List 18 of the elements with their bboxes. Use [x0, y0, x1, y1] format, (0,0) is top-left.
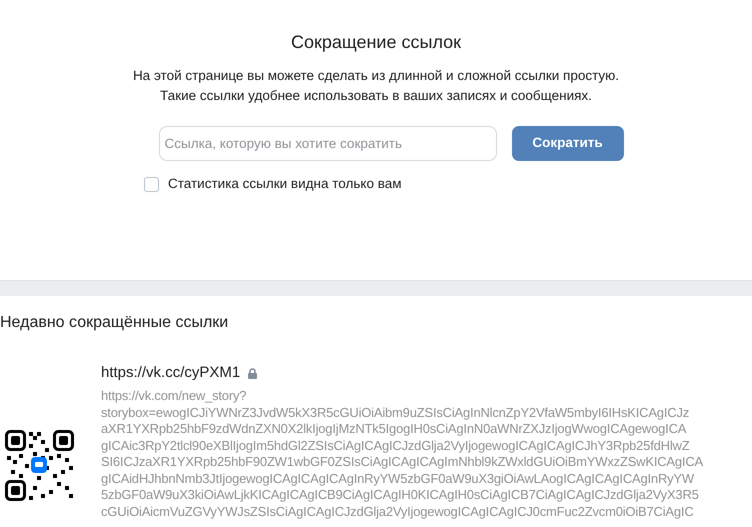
original-url-text: cGUiOiAicmVuZGVyYWJsZSIsCiAgICAgICJzdGlja2VyIjogewogICAgICAgICJ0cmFuc2Zvcm0iOiB7CiAgIC — [101, 504, 695, 520]
shorten-button[interactable]: Сократить — [512, 126, 624, 161]
qr-code-icon — [5, 430, 74, 501]
original-url-text: SI6ICJzaXR1YXRpb25hbF90ZW1wbGF0ZSIsCiAgICAgICAgImNhbl9kZWxldGUiOiBmYWxzZSwKICAgICA — [101, 454, 703, 470]
original-url-text: aXR1YXRpb25hbF9zdWdnZXN0X2lkIjogIjMzNTk5IgogIH0sCiAgInN0aWNrZXJzIjogWwogICAgewogICA — [101, 421, 688, 438]
checkbox-label: Статистика ссылки видна только вам — [168, 175, 402, 193]
page-title: Сокращение ссылок — [290, 31, 462, 53]
short-link[interactable]: https://vk.cc/cyPXM1 — [101, 363, 240, 383]
description-text: На этой странице вы можете сделать из длинной и сложной ссылки простую. — [132, 67, 620, 85]
original-url-text: gICAidHJhbnNmb3JtIjogewogICAgICAgICAgInRyYW5zbGF0aW9uX3giOiAwLAogICAgICAgICAgInRyYW — [101, 470, 695, 487]
section-heading: Недавно сокращённые ссылки — [0, 313, 230, 333]
url-input-field[interactable]: Ссылка, которую вы хотите сократить — [158, 126, 496, 161]
original-url-text: storybox=ewogICJiYWNrZ3JvdW5kX3R5cGUiOiAibm9uZSIsCiAgInNlcnZpY2VfaW5mbyI6IHsKICAgICJz — [101, 404, 690, 421]
original-url-text: 5zbGF0aW9uX3kiOiAwLjkKICAgICAgICB9CiAgICAgIH0KICAgIH0sCiAgICB7CiAgICAgICJzdGlja2VyX3R5 — [101, 487, 700, 504]
original-url-text: https://vk.com/new_story? — [101, 388, 248, 404]
description-text: Такие ссылки удобнее использовать в ваших записях и сообщениях. — [160, 87, 592, 105]
checkbox[interactable] — [144, 176, 159, 192]
original-url-text: gICAic3RpY2tlcl90eXBlIjogIm5hdGl2ZSIsCiAgICAgICJzdGlja2VyIjogewogICAgICAgICJhY3Rpb25fdHlwZ — [101, 438, 690, 454]
